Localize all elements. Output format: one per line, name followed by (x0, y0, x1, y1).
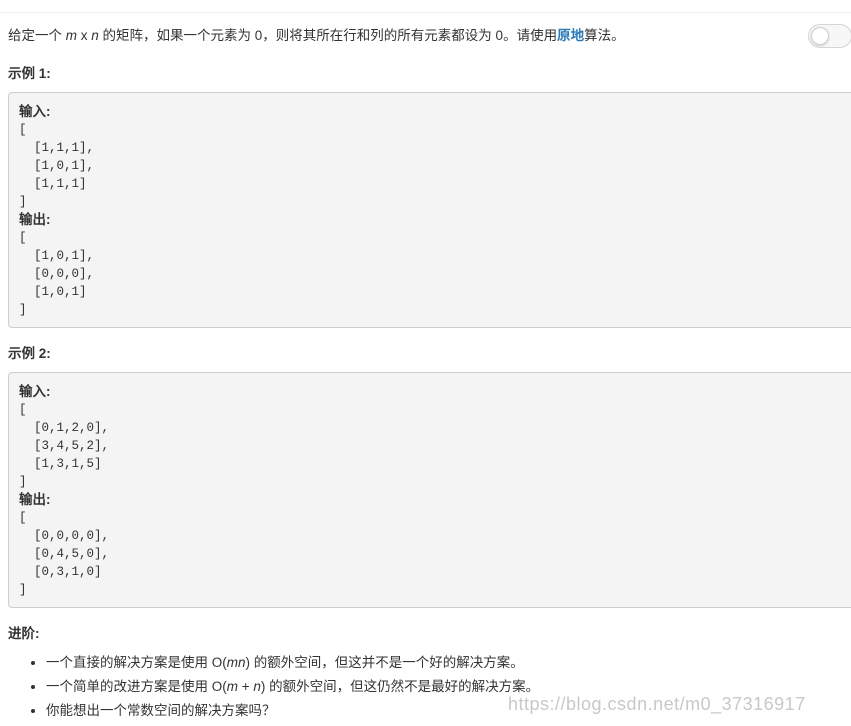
code-line: [1,1,1], (19, 141, 95, 155)
code-line: [0,4,5,0], (19, 547, 110, 561)
example1-code: 输入: [ [1,1,1], [1,0,1], [1,1,1] ] 输出: [ … (8, 92, 851, 328)
code-line: ] (19, 303, 27, 317)
code-line: [0,1,2,0], (19, 421, 110, 435)
list-item: 一个直接的解决方案是使用 O(mn) 的额外空间，但这并不是一个好的解决方案。 (46, 654, 539, 672)
code-line: ] (19, 583, 27, 597)
code-line: [1,0,1], (19, 159, 95, 173)
code-line: [ (19, 123, 27, 137)
advanced-heading: 进阶: (8, 626, 40, 641)
theme-toggle[interactable] (808, 24, 851, 48)
code-line: ] (19, 195, 27, 209)
code-line: [ (19, 403, 27, 417)
watermark: https://blog.csdn.net/m0_37316917 (508, 694, 806, 714)
output-label: 输出: (19, 212, 51, 227)
code-line: [0,0,0,0], (19, 529, 110, 543)
code-line: [0,3,1,0] (19, 565, 102, 579)
input-label: 输入: (19, 104, 51, 119)
in-place-link[interactable]: 原地 (557, 28, 584, 43)
toggle-knob (811, 27, 829, 45)
code-line: [ (19, 511, 27, 525)
code-line: [1,0,1], (19, 249, 95, 263)
top-divider (0, 12, 851, 13)
list-item: 一个简单的改进方案是使用 O(m + n) 的额外空间，但这仍然不是最好的解决方… (46, 678, 539, 696)
problem-description: 给定一个 m x n 的矩阵，如果一个元素为 0，则将其所在行和列的所有元素都设… (8, 28, 625, 43)
example2-heading: 示例 2: (8, 346, 51, 361)
code-line: ] (19, 475, 27, 489)
code-line: [ (19, 231, 27, 245)
output-label: 输出: (19, 492, 51, 507)
code-line: [0,0,0], (19, 267, 95, 281)
code-line: [1,0,1] (19, 285, 87, 299)
code-line: [3,4,5,2], (19, 439, 110, 453)
code-line: [1,3,1,5] (19, 457, 102, 471)
example2-code: 输入: [ [0,1,2,0], [3,4,5,2], [1,3,1,5] ] … (8, 372, 851, 608)
code-line: [1,1,1] (19, 177, 87, 191)
list-item: 你能想出一个常数空间的解决方案吗？ (46, 702, 539, 720)
input-label: 输入: (19, 384, 51, 399)
followup-list: 一个直接的解决方案是使用 O(mn) 的额外空间，但这并不是一个好的解决方案。 … (26, 654, 539, 726)
example1-heading: 示例 1: (8, 66, 51, 81)
